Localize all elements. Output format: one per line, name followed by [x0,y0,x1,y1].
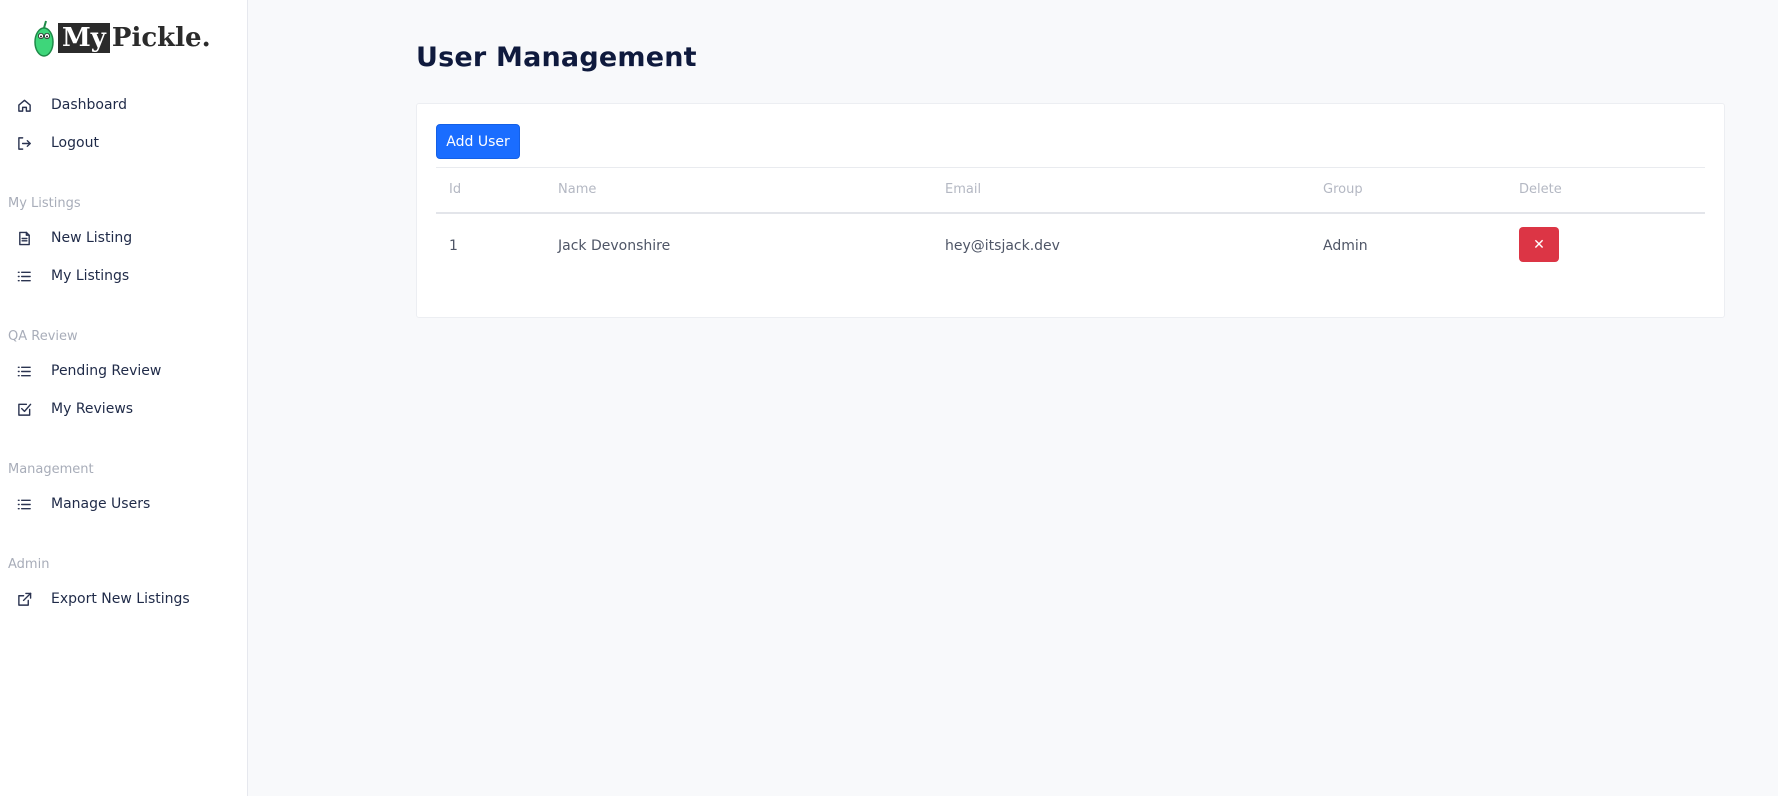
list-icon [16,363,32,379]
delete-user-button[interactable]: ✕ [1519,227,1559,262]
section-title-qa-review: QA Review [8,329,78,344]
pickle-logo-icon [34,20,54,57]
sidebar-item-label: New Listing [51,230,133,246]
check-square-icon [16,401,32,417]
sidebar-item-label: My Reviews [51,401,134,417]
sidebar-item-pending-review[interactable]: Pending Review [0,358,248,384]
sidebar-item-manage-users[interactable]: Manage Users [0,491,248,517]
sidebar-item-my-reviews[interactable]: My Reviews [0,396,248,422]
sidebar-item-label: My Listings [51,268,130,284]
list-icon [16,496,32,512]
brand-logo[interactable]: My Pickle. [32,18,211,58]
app: My Pickle. Dashboard Logout My Listings … [0,0,1778,796]
column-header-name: Name [558,182,597,197]
column-header-email: Email [945,182,982,197]
sidebar-item-label: Export New Listings [51,591,190,607]
section-title-admin: Admin [8,557,50,572]
cell-group: Admin [1323,238,1368,254]
cell-name: Jack Devonshire [558,238,671,254]
sidebar-item-label: Manage Users [51,496,151,512]
section-title-management: Management [8,462,94,477]
brand-my: My [58,23,110,53]
sidebar-item-export-new-listings[interactable]: Export New Listings [0,586,248,612]
close-icon: ✕ [1533,236,1545,252]
brand-rest: Pickle. [111,23,211,53]
list-icon [16,268,32,284]
sidebar-item-logout[interactable]: Logout [0,130,248,156]
users-table: Id Name Email Group Delete 1 Jack Devons… [436,167,1705,280]
section-title-my-listings: My Listings [8,196,81,211]
cell-id: 1 [449,238,458,254]
brand-wordmark: My Pickle. [58,23,211,53]
cell-email: hey@itsjack.dev [945,238,1060,254]
logout-icon [16,135,32,151]
sidebar-item-label: Pending Review [51,363,162,379]
document-icon [16,230,32,246]
sidebar-item-my-listings[interactable]: My Listings [0,263,248,289]
external-link-icon [16,591,32,607]
main-content: User Management Add User Id Name Email G… [248,0,1778,796]
sidebar: My Pickle. Dashboard Logout My Listings … [0,0,248,796]
sidebar-item-new-listing[interactable]: New Listing [0,225,248,251]
column-header-delete: Delete [1519,182,1562,197]
page-title: User Management [416,42,697,73]
table-row: 1 Jack Devonshire hey@itsjack.dev Admin … [436,214,1705,280]
add-user-button[interactable]: Add User [436,124,520,159]
sidebar-item-dashboard[interactable]: Dashboard [0,92,248,118]
column-header-group: Group [1323,182,1363,197]
column-header-id: Id [449,182,462,197]
sidebar-item-label: Dashboard [51,97,127,113]
home-icon [16,97,32,113]
table-header: Id Name Email Group Delete [436,167,1705,214]
sidebar-item-label: Logout [51,135,99,151]
user-table-card: Add User Id Name Email Group Delete 1 Ja… [416,103,1725,318]
